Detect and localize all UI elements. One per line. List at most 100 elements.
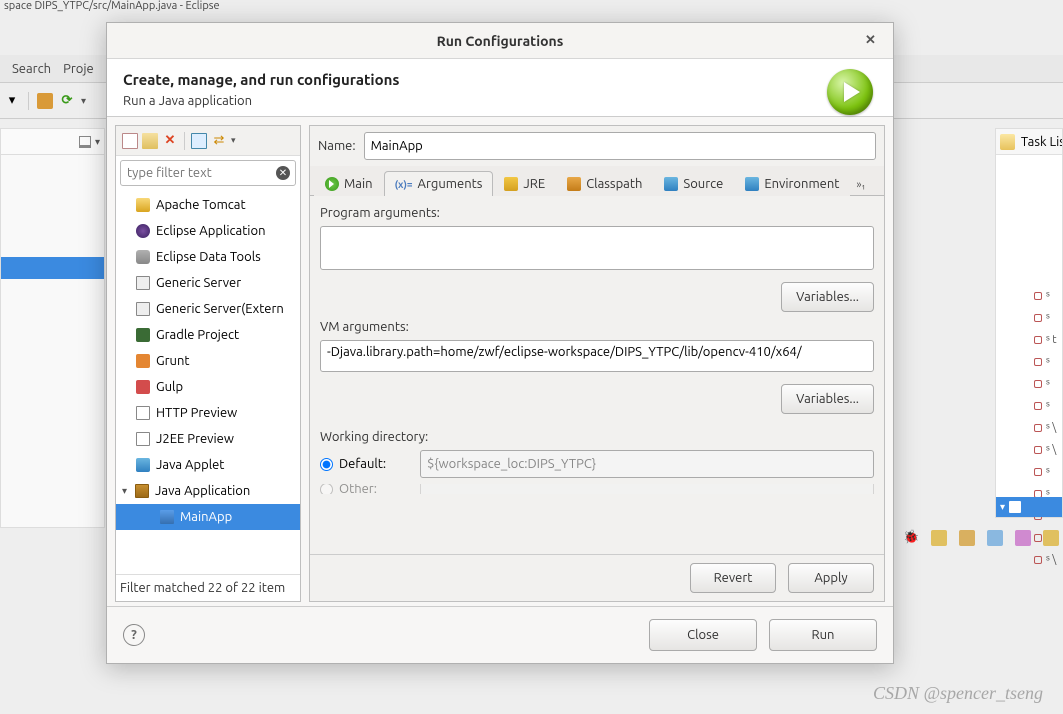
tab-classpath[interactable]: Classpath [556,171,653,196]
classpath-tab-icon [567,177,581,191]
tab-arguments[interactable]: (x)=Arguments [384,171,494,196]
dialog-header-subtitle: Run a Java application [123,94,877,108]
folder-icon[interactable] [1043,530,1059,546]
new-config-icon[interactable] [122,133,138,149]
toolbar-refresh-icon[interactable]: ⟳ [59,93,75,109]
apply-button[interactable]: Apply [788,563,874,593]
bg-view-icons[interactable]: 🐞 [903,530,1059,546]
working-dir-default-radio[interactable]: Default: [320,457,410,471]
gradle-icon [136,328,150,342]
tab-environment[interactable]: Environment [734,171,850,196]
run-configurations-dialog: Run Configurations ✕ Create, manage, and… [106,22,894,664]
bug-icon[interactable]: 🐞 [903,530,919,546]
working-dir-default-input [420,450,874,478]
tab-more[interactable]: »₁ [850,175,871,195]
task-active-row[interactable]: ▾ [996,497,1062,517]
tree-item-gradle[interactable]: Gradle Project [116,322,300,348]
bg-task-list-view[interactable]: Task Lis ˢˢˢ tˢˢˢ ˢ \ˢ \ˢˢˢˢ \ˢ \ ▾ [995,128,1063,518]
arguments-tab-content: Program arguments: Variables... VM argum… [310,196,884,554]
delete-config-icon[interactable]: ✕ [162,133,178,149]
j2ee-icon [136,432,150,446]
run-icon [827,69,873,115]
server-icon [136,276,150,290]
task-items: ˢˢˢ tˢˢˢ ˢ \ˢ \ˢˢˢˢ \ˢ \ [1032,285,1062,571]
arguments-tab-icon: (x)= [395,179,413,190]
toolbar-pkg-icon[interactable] [37,93,53,109]
main-tab-icon [325,177,339,191]
type-icon[interactable] [987,530,1003,546]
duplicate-config-icon[interactable] [142,133,158,149]
tree-item-tomcat[interactable]: Apache Tomcat [116,192,300,218]
tree-item-j2ee-preview[interactable]: J2EE Preview [116,426,300,452]
database-icon [136,250,150,264]
tree-item-http-preview[interactable]: HTTP Preview [116,400,300,426]
tree-item-data-tools[interactable]: Eclipse Data Tools [116,244,300,270]
working-dir-other-input[interactable] [420,484,874,494]
filter-clear-icon[interactable]: ✕ [276,166,290,180]
filter-status: Filter matched 22 of 22 item [116,574,300,601]
dialog-title: Run Configurations [437,33,564,49]
tree-toolbar: ✕ ⇄ ▾ [116,126,300,156]
dialog-header: Create, manage, and run configurations R… [107,59,893,117]
lock-icon[interactable] [959,530,975,546]
config-details-pane: Name: Main (x)=Arguments JRE Classpath S… [309,125,885,602]
other-radio-input[interactable] [320,484,333,494]
java-app-icon [135,484,149,498]
tab-jre[interactable]: JRE [493,171,556,196]
outline-icon[interactable] [1015,530,1031,546]
jre-tab-icon [504,177,518,191]
package-icon[interactable] [931,530,947,546]
tree-item-java-applet[interactable]: Java Applet [116,452,300,478]
config-footer-buttons: Revert Apply [310,554,884,601]
tab-main[interactable]: Main [314,171,384,196]
menu-search[interactable]: Search [12,62,51,76]
tomcat-icon [136,198,150,212]
tree-item-generic-server-ext[interactable]: Generic Server(Extern [116,296,300,322]
program-args-label: Program arguments: [320,206,874,220]
task-list-label: Task Lis [1021,135,1062,149]
collapse-all-icon[interactable] [191,133,207,149]
task-list-icon [1000,134,1015,150]
tree-item-grunt[interactable]: Grunt [116,348,300,374]
close-button[interactable]: Close [649,619,757,651]
bg-selected-row[interactable] [1,257,104,279]
toolbar-dropdown[interactable]: ▾ [4,93,20,109]
dialog-titlebar[interactable]: Run Configurations ✕ [107,23,893,59]
program-args-variables-button[interactable]: Variables... [781,282,874,312]
revert-button[interactable]: Revert [690,563,776,593]
menu-project[interactable]: Proje [63,62,94,76]
eclipse-titlebar: space DIPS_YTPC/src/MainApp.java - Eclip… [0,0,1063,8]
task-row-icon [1009,501,1021,513]
tree-item-generic-server[interactable]: Generic Server [116,270,300,296]
tab-source[interactable]: Source [653,171,734,196]
vm-args-variables-button[interactable]: Variables... [781,384,874,414]
toolbar-sep [28,92,29,110]
name-label: Name: [318,139,356,153]
vm-args-input[interactable] [320,340,874,372]
close-icon[interactable]: ✕ [865,33,881,49]
http-icon [136,406,150,420]
tree-item-gulp[interactable]: Gulp [116,374,300,400]
filter-input[interactable] [120,160,296,186]
program-args-input[interactable] [320,226,874,270]
filter-icon[interactable]: ⇄ [211,133,227,149]
vm-args-label: VM arguments: [320,320,874,334]
run-button[interactable]: Run [769,619,877,651]
working-dir-label: Working directory: [320,430,874,444]
java-main-icon [160,510,174,524]
help-icon[interactable]: ? [123,624,145,646]
eclipse-icon [136,224,150,238]
config-tree[interactable]: Apache Tomcat Eclipse Application Eclips… [116,190,300,574]
name-input[interactable] [364,132,876,160]
bg-package-explorer[interactable]: ▾ [0,128,105,528]
grunt-icon [136,354,150,368]
config-tabs: Main (x)=Arguments JRE Classpath Source … [310,166,884,196]
tree-item-java-application[interactable]: Java Application [116,478,300,504]
tree-item-eclipse-app[interactable]: Eclipse Application [116,218,300,244]
toolbar-sep [184,132,185,150]
minimize-icon[interactable] [79,136,91,148]
config-tree-pane: ✕ ⇄ ▾ ✕ Apache Tomcat Eclipse Applicatio… [115,125,301,602]
default-radio-input[interactable] [320,458,333,471]
tree-item-mainapp[interactable]: MainApp [116,504,300,530]
working-dir-other-radio[interactable]: Other: [320,484,410,494]
